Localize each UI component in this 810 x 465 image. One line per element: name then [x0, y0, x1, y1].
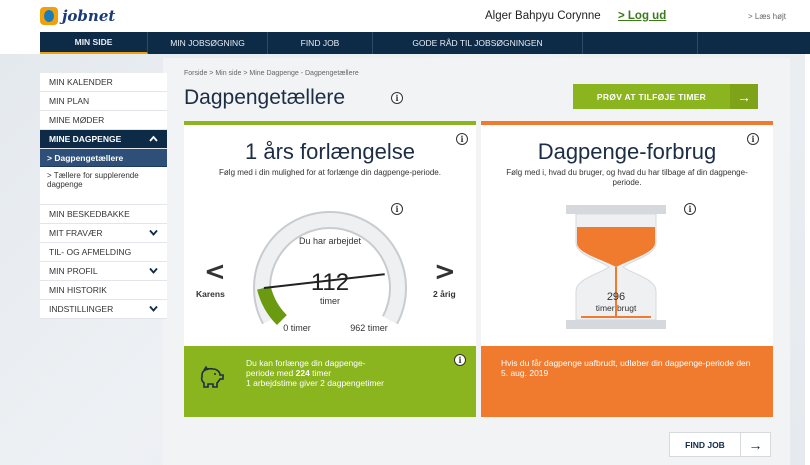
info-icon[interactable]: i — [454, 354, 466, 366]
sidebar-item-label: MINE MØDER — [49, 115, 105, 125]
extension-hours-value: 224 — [295, 368, 310, 378]
sidebar-item-label: MIN KALENDER — [49, 77, 113, 87]
sidebar-item-mine-dagpenge[interactable]: MINE DAGPENGE — [40, 130, 167, 149]
arrow-right-icon: → — [730, 84, 758, 109]
panel-description: Følg med i, hvad du bruger, og hvad du h… — [506, 168, 748, 187]
try-add-hours-button[interactable]: PRØV AT TILFØJE TIMER → — [573, 84, 758, 109]
read-aloud-link[interactable]: > Læs højt — [748, 12, 786, 21]
sidebar-item-min-beskedbakke[interactable]: MIN BESKEDBAKKE — [40, 205, 167, 224]
extension-info-line3: 1 arbejdstime giver 2 dagpengetimer — [246, 378, 384, 388]
chevron-up-icon — [149, 134, 158, 144]
info-icon[interactable]: i — [391, 92, 403, 104]
hourglass-unit: timer brugt — [595, 303, 637, 313]
jobnet-logo-icon — [40, 7, 58, 25]
sidebar-item-label: MIN PLAN — [49, 96, 90, 106]
gauge-unit: timer — [320, 296, 340, 306]
gauge-label: Du har arbejdet — [298, 236, 362, 246]
user-name: Alger Bahpyu Corynne — [485, 10, 601, 22]
nav-min-side[interactable]: MIN SIDE — [40, 32, 148, 54]
sidebar-subitem-dagpengetaellere[interactable]: > Dagpengetællere — [40, 149, 167, 167]
chevron-down-icon — [149, 266, 158, 276]
consumption-info-box: Hvis du får dagpenge uafbrudt, udløber d… — [481, 346, 773, 417]
panel-title: Dagpenge-forbrug — [537, 139, 717, 164]
sidebar-item-label: TIL- OG AFMELDING — [49, 247, 132, 257]
sidebar-item-label: MINE DAGPENGE — [49, 134, 122, 144]
sidebar-item-til-afmelding[interactable]: TIL- OG AFMELDING — [40, 243, 167, 262]
chevron-right-icon[interactable]: > — [434, 257, 456, 287]
chevron-down-icon — [149, 228, 158, 238]
panel-title: 1 års forlængelse — [245, 139, 415, 164]
sidebar-item-label: INDSTILLINGER — [49, 304, 114, 314]
extension-panel: i 1 års forlængelse Følg med i din mulig… — [184, 121, 476, 417]
info-icon[interactable]: i — [684, 203, 696, 215]
main-nav: MIN SIDE MIN JOBSØGNING FIND JOB GODE RÅ… — [40, 32, 810, 54]
nav-empty — [583, 32, 698, 54]
extension-info-box: i Du kan forlænge din dagpenge- periode … — [184, 346, 476, 417]
nav-gode-rad[interactable]: GODE RÅD TIL JOBSØGNINGEN — [373, 32, 583, 54]
sidebar-item-indstillinger[interactable]: INDSTILLINGER — [40, 300, 167, 319]
logout-link[interactable]: > Log ud — [618, 10, 666, 22]
find-job-button[interactable]: FIND JOB → — [669, 432, 771, 457]
nav-find-job[interactable]: FIND JOB — [268, 32, 373, 54]
sidebar-item-mine-moder[interactable]: MINE MØDER — [40, 111, 167, 130]
panel-description: Følg med i din mulighed for at forlænge … — [219, 168, 441, 177]
page-title: Dagpengetællere — [184, 86, 346, 109]
jobnet-logo[interactable]: jobnet — [40, 6, 115, 26]
sidebar-subitem-supplerende[interactable]: > Tællere for supplerende dagpenge — [40, 167, 167, 205]
sidebar: MIN KALENDER MIN PLAN MINE MØDER MINE DA… — [40, 73, 167, 319]
sidebar-item-mit-fravaer[interactable]: MIT FRAVÆR — [40, 224, 167, 243]
logo-text: jobnet — [62, 7, 116, 25]
sidebar-item-label: MIT FRAVÆR — [49, 228, 103, 238]
breadcrumb[interactable]: Forside > Min side > Mine Dagpenge - Dag… — [184, 70, 359, 77]
gauge-value: 112 — [310, 269, 350, 296]
sidebar-item-min-plan[interactable]: MIN PLAN — [40, 92, 167, 111]
button-label: FIND JOB — [685, 439, 725, 450]
extension-info-line1: Du kan forlænge din dagpenge- — [246, 358, 366, 368]
gauge-min: 0 timer — [283, 323, 311, 333]
button-label: PRØV AT TILFØJE TIMER — [596, 91, 707, 102]
nav-min-jobsogning[interactable]: MIN JOBSØGNING — [148, 32, 268, 54]
sidebar-item-label: MIN PROFIL — [49, 266, 98, 276]
gauge-max: 962 timer — [350, 323, 388, 333]
sidebar-item-min-kalender[interactable]: MIN KALENDER — [40, 73, 167, 92]
chevron-down-icon — [149, 304, 158, 314]
consumption-panel: i Dagpenge-forbrug Følg med i, hvad du b… — [481, 121, 773, 417]
sidebar-item-min-profil[interactable]: MIN PROFIL — [40, 262, 167, 281]
consumption-info-text: Hvis du får dagpenge uafbrudt, udløber d… — [501, 358, 751, 378]
piggy-bank-icon — [200, 366, 224, 388]
extension-info-text: Du kan forlænge din dagpenge- periode me… — [246, 358, 446, 388]
extension-info-line2: periode med 224 timer — [246, 368, 332, 378]
arrow-right-icon: → — [740, 433, 770, 456]
karens-label: Karens — [196, 289, 225, 299]
chevron-left-icon[interactable]: < — [204, 257, 226, 287]
hourglass-value: 296 — [606, 291, 626, 303]
sidebar-item-min-historik[interactable]: MIN HISTORIK — [40, 281, 167, 300]
sidebar-item-label: MIN BESKEDBAKKE — [49, 209, 130, 219]
top-header: jobnet Alger Bahpyu Corynne > Log ud > L… — [0, 0, 810, 30]
two-year-label: 2 årig — [433, 289, 456, 299]
sidebar-item-label: MIN HISTORIK — [49, 285, 107, 295]
